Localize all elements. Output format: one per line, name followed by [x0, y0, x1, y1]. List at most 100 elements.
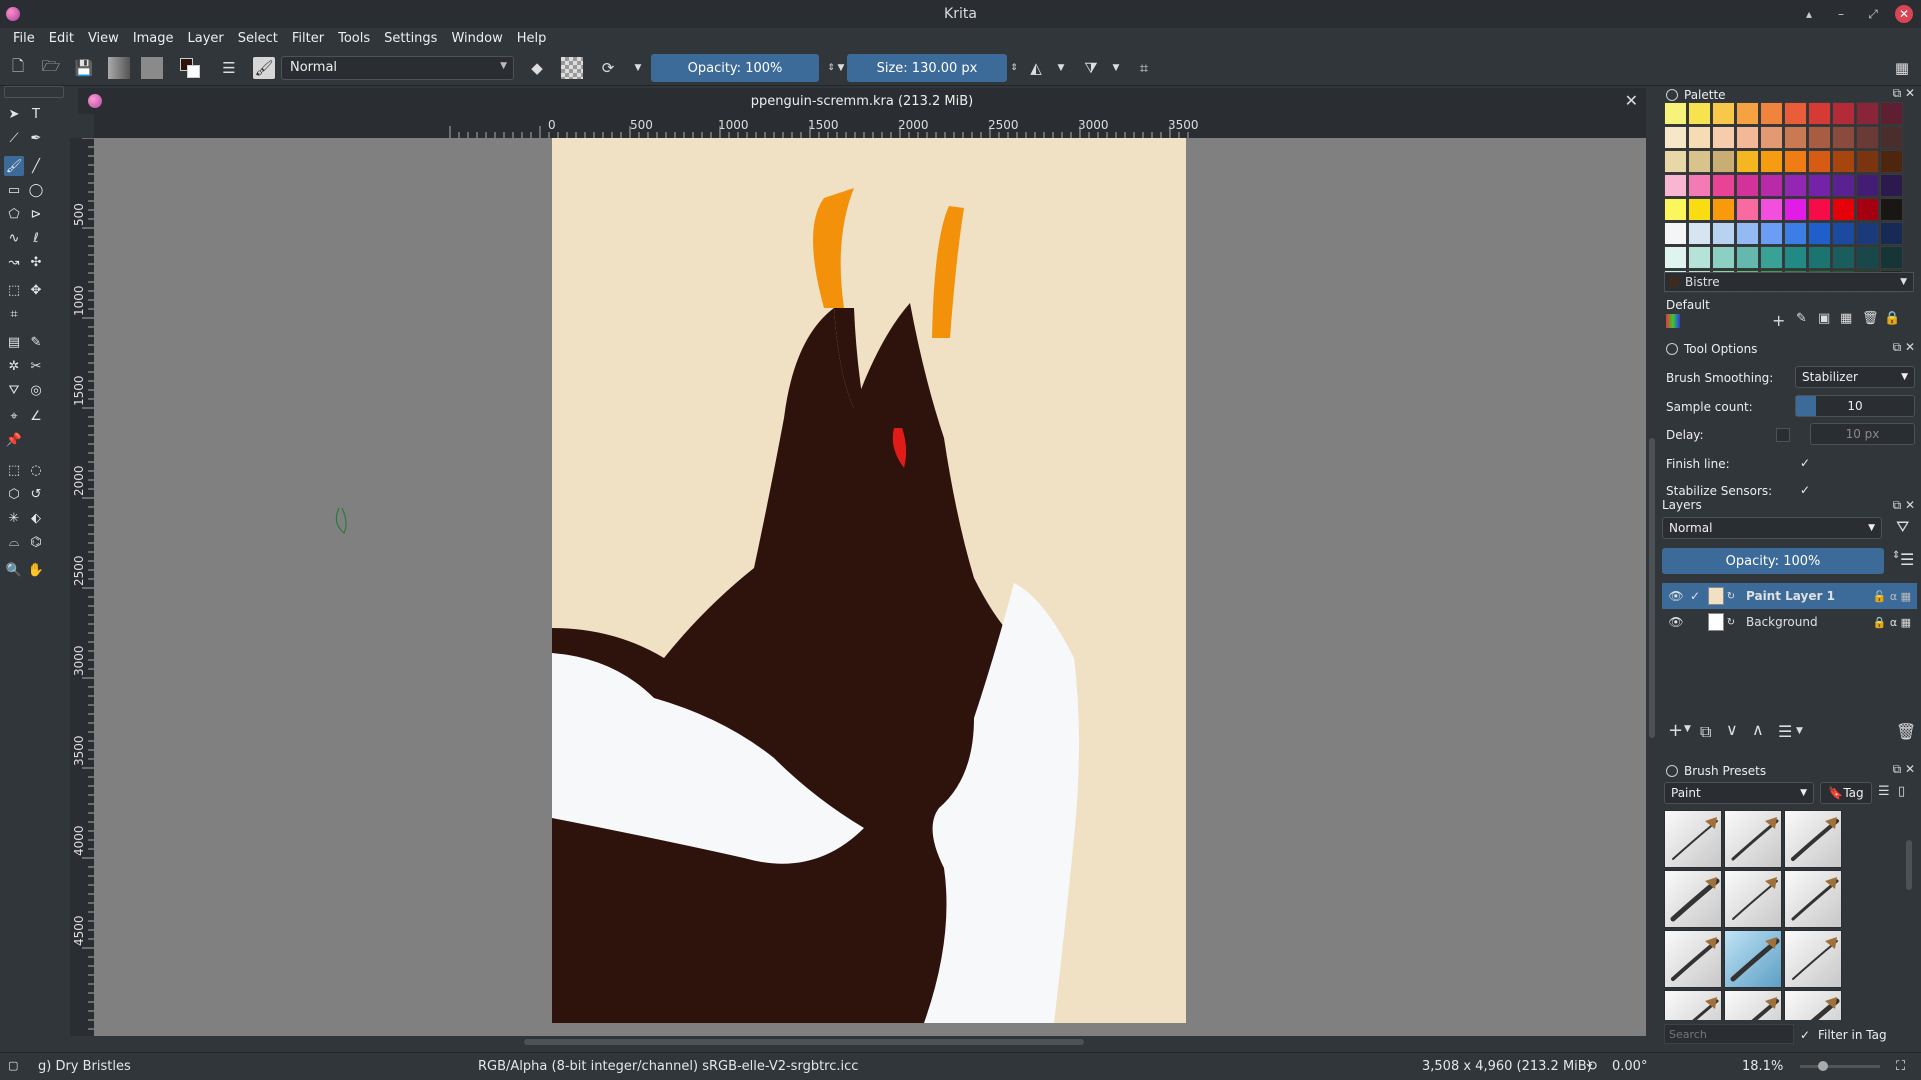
layer-row-background[interactable]: 👁 ↻ Background 🔒 α ▦ [1662, 609, 1917, 635]
brush-preset-thumbnail[interactable] [1724, 810, 1782, 868]
delete-swatch-icon[interactable]: 🗑 [1862, 311, 1879, 326]
menu-settings[interactable]: Settings [377, 28, 444, 50]
line-tool-icon[interactable]: ╱ [26, 156, 46, 176]
brush-preset-thumbnail[interactable] [1784, 810, 1842, 868]
palette-swatch[interactable] [1664, 246, 1687, 269]
tag-button[interactable]: 🔖 Tag [1820, 782, 1872, 804]
palette-panel-controls-icon[interactable]: ⧉ ✕ [1893, 86, 1915, 101]
zoom-slider-handle[interactable] [1818, 1061, 1828, 1071]
delay-checkbox[interactable] [1776, 428, 1790, 442]
artwork-canvas[interactable] [94, 138, 1646, 1036]
palette-swatch[interactable] [1736, 102, 1759, 125]
brush-preset-thumbnail[interactable] [1664, 810, 1722, 868]
palette-swatch[interactable] [1712, 102, 1735, 125]
menu-file[interactable]: File [6, 28, 42, 50]
colorize-mask-tool-icon[interactable]: ✲ [4, 356, 24, 376]
palette-swatch[interactable] [1880, 150, 1903, 173]
palette-swatch[interactable] [1712, 222, 1735, 245]
select-shapes-tool-icon[interactable]: ➤ [4, 104, 24, 124]
transform-tool-icon[interactable]: ⬚ [4, 280, 24, 300]
current-brush-name[interactable]: g) Dry Bristles [38, 1059, 131, 1074]
text-tool-icon[interactable]: T [26, 104, 46, 124]
smart-patch-tool-icon[interactable]: ✂ [26, 356, 46, 376]
palette-swatch[interactable] [1832, 150, 1855, 173]
horizontal-scroll-thumb[interactable] [524, 1039, 1084, 1045]
palette-swatch[interactable] [1856, 150, 1879, 173]
layer-opacity-slider[interactable]: Opacity: 100% [1662, 548, 1884, 574]
menu-filter[interactable]: Filter [285, 28, 331, 50]
inherit-alpha-icon[interactable]: ↻ [1724, 617, 1738, 628]
palette-swatch[interactable] [1712, 126, 1735, 149]
brush-preset-thumbnail[interactable] [1784, 870, 1842, 928]
document-tab[interactable]: ppenguin-scremm.kra (213.2 MiB) ✕ [78, 88, 1646, 114]
menu-window[interactable]: Window [444, 28, 509, 50]
menu-image[interactable]: Image [126, 28, 181, 50]
preserve-alpha-icon[interactable] [561, 57, 583, 79]
contiguous-selection-tool-icon[interactable]: ✳ [4, 508, 24, 528]
layer-filter-icon[interactable]: ⛛ [1896, 517, 1909, 537]
canvas-only-icon[interactable]: ⛶ [1896, 1059, 1905, 1074]
lock-palette-icon[interactable]: 🔒 [1884, 311, 1900, 326]
palette-swatch[interactable] [1880, 102, 1903, 125]
menu-view[interactable]: View [81, 28, 126, 50]
mirror-vertical-icon[interactable]: ⧩ [1080, 57, 1102, 79]
workspace-chooser-icon[interactable]: ▦ [1891, 57, 1913, 79]
palette-swatch[interactable] [1736, 198, 1759, 221]
brush-scroll-thumb[interactable] [1906, 840, 1912, 890]
layer-options-menu-icon[interactable]: ☰ [1900, 550, 1914, 569]
delay-input[interactable]: 10 px [1810, 423, 1915, 445]
palette-swatch[interactable] [1664, 150, 1687, 173]
size-slider[interactable]: Size: 130.00 px [847, 54, 1007, 82]
palette-swatch[interactable] [1664, 222, 1687, 245]
palette-swatch[interactable] [1736, 174, 1759, 197]
move-tool-icon[interactable]: ✥ [26, 280, 46, 300]
zoom-tool-icon[interactable]: 🔍 [4, 560, 24, 580]
palette-swatch[interactable] [1736, 150, 1759, 173]
open-document-icon[interactable]: 🗁 [40, 57, 62, 79]
brush-settings-icon[interactable]: ☰ [218, 57, 240, 79]
palette-chooser-icon[interactable] [1666, 314, 1680, 328]
brush-presets-panel-controls-icon[interactable]: ⧉ ✕ [1893, 762, 1915, 777]
zoom-slider[interactable] [1800, 1061, 1880, 1071]
minimize-icon[interactable]: – [1831, 4, 1851, 24]
similar-color-selection-tool-icon[interactable]: ⬖ [26, 508, 46, 528]
add-layer-dropdown-icon[interactable]: ▼ [1684, 724, 1691, 734]
palette-swatch[interactable] [1784, 150, 1807, 173]
fill-tool-icon[interactable]: ⛛ [4, 380, 24, 400]
image-size-info[interactable]: 3,508 x 4,960 (213.2 MiB) [1422, 1059, 1592, 1074]
delete-layer-icon[interactable]: 🗑 [1896, 722, 1916, 741]
palette-swatch[interactable] [1664, 174, 1687, 197]
dynamic-brush-tool-icon[interactable]: ↝ [4, 252, 24, 272]
palette-swatch[interactable] [1760, 246, 1783, 269]
measure-tool-icon[interactable]: ∠ [26, 406, 46, 426]
palette-swatch[interactable] [1664, 126, 1687, 149]
save-document-icon[interactable]: 💾 [73, 57, 95, 79]
polygon-tool-icon[interactable]: ⬠ [4, 204, 24, 224]
panel-lock-icon[interactable] [1666, 765, 1678, 777]
brush-presets-scrollbar[interactable] [1904, 810, 1914, 1020]
palette-swatch[interactable] [1784, 198, 1807, 221]
menu-tools[interactable]: Tools [331, 28, 377, 50]
brush-storage-icon[interactable]: ▯ [1898, 784, 1905, 799]
pattern-selector-icon[interactable] [141, 57, 163, 79]
selected-color-row[interactable]: Bistre ▼ [1664, 272, 1914, 292]
menu-edit[interactable]: Edit [42, 28, 81, 50]
add-swatch-icon[interactable]: + [1772, 311, 1785, 330]
palette-swatch[interactable] [1832, 102, 1855, 125]
mirror-horizontal-dropdown-icon[interactable]: ▼ [1050, 57, 1072, 79]
palette-swatch[interactable] [1784, 174, 1807, 197]
reload-preset-icon[interactable]: ⟳ [597, 57, 619, 79]
brush-preset-thumbnail[interactable] [1664, 930, 1722, 988]
palette-swatch[interactable] [1688, 150, 1711, 173]
brush-preset-grid[interactable] [1664, 810, 1848, 1020]
palette-swatch[interactable] [1760, 174, 1783, 197]
palette-swatch[interactable] [1856, 198, 1879, 221]
palette-swatch[interactable] [1856, 246, 1879, 269]
polygonal-selection-tool-icon[interactable]: ⬡ [4, 484, 24, 504]
palette-swatch[interactable] [1712, 198, 1735, 221]
palette-swatch[interactable] [1712, 174, 1735, 197]
layer-lock-alpha-icons[interactable]: 🔓 α ▦ [1873, 590, 1911, 603]
blend-mode-select[interactable]: Normal ▼ [281, 56, 514, 80]
multibrush-tool-icon[interactable]: ✣ [26, 252, 46, 272]
crop-tool-icon[interactable]: ⌗ [4, 304, 24, 324]
